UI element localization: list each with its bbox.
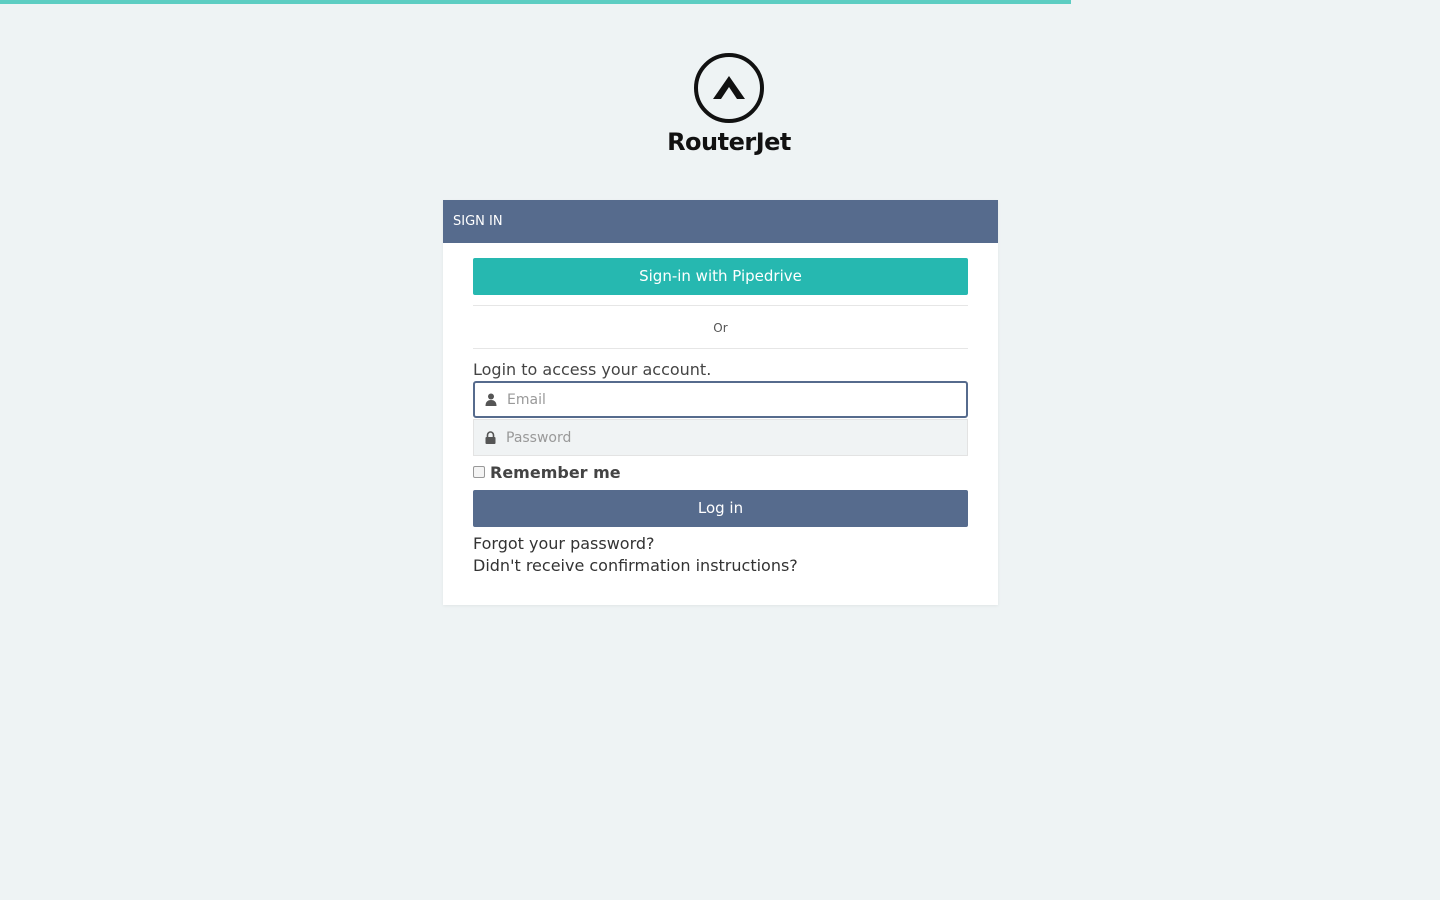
user-icon — [475, 393, 507, 406]
help-links: Forgot your password? Didn't receive con… — [473, 533, 968, 577]
log-in-button[interactable]: Log in — [473, 490, 968, 527]
login-prompt: Login to access your account. — [473, 360, 712, 379]
sign-in-pipedrive-button[interactable]: Sign-in with Pipedrive — [473, 258, 968, 295]
brand-name: RouterJet — [667, 128, 791, 156]
confirmation-instructions-link[interactable]: Didn't receive confirmation instructions… — [473, 555, 968, 577]
or-divider: Or — [473, 305, 968, 349]
lock-icon — [474, 431, 506, 444]
password-input[interactable] — [506, 420, 967, 455]
remember-me-row: Remember me — [473, 462, 968, 482]
forgot-password-link[interactable]: Forgot your password? — [473, 533, 968, 555]
top-progress-bar — [0, 0, 1072, 4]
brand-logo: RouterJet — [0, 52, 1440, 156]
card-header: SIGN IN — [443, 200, 998, 243]
password-field-group — [473, 419, 968, 456]
email-input[interactable] — [507, 383, 966, 416]
remember-me-checkbox[interactable] — [473, 466, 485, 478]
sign-in-card: SIGN IN Sign-in with Pipedrive Or Login … — [443, 200, 998, 605]
email-field-group — [473, 381, 968, 418]
chevron-up-circle-icon — [694, 53, 764, 123]
card-body: Sign-in with Pipedrive Or Login to acces… — [443, 243, 998, 577]
remember-me-label[interactable]: Remember me — [490, 463, 621, 482]
